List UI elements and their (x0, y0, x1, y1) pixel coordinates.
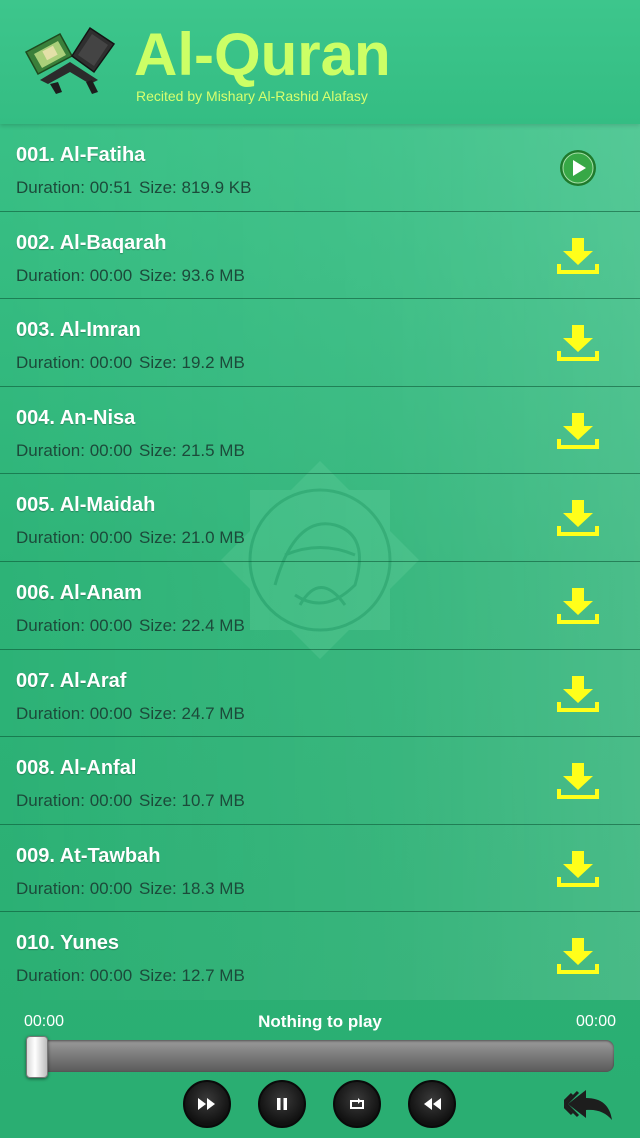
surah-meta: Duration: 00:00 Size: 10.7 MB (16, 791, 245, 811)
download-button[interactable] (556, 409, 600, 453)
surah-duration: Duration: 00:00 (16, 528, 133, 548)
list-item[interactable]: 003. Al-Imran Duration: 00:00 Size: 19.2… (0, 299, 640, 387)
surah-name: 006. Al-Anam (16, 581, 142, 604)
surah-size: Size: 19.2 MB (138, 353, 245, 373)
list-item[interactable]: 006. Al-Anam Duration: 00:00 Size: 22.4 … (0, 561, 640, 650)
surah-meta: Duration: 00:00 Size: 12.7 MB (16, 966, 245, 986)
surah-name: 008. Al-Anfal (16, 757, 137, 780)
surah-meta: Duration: 00:00 Size: 24.7 MB (16, 704, 245, 724)
download-icon (557, 675, 599, 712)
download-icon (557, 587, 599, 624)
play-button[interactable] (556, 146, 600, 190)
download-button[interactable] (556, 496, 600, 540)
seek-bar[interactable] (28, 1040, 614, 1072)
surah-size: Size: 22.4 MB (138, 615, 245, 635)
surah-size: Size: 24.7 MB (138, 703, 245, 723)
download-icon (557, 938, 599, 975)
download-icon (557, 325, 599, 362)
list-item[interactable]: 002. Al-Baqarah Duration: 00:00 Size: 93… (0, 211, 640, 300)
surah-name: 002. Al-Baqarah (16, 231, 167, 254)
repeat-button[interactable] (333, 1080, 381, 1128)
repeat-icon (350, 1098, 364, 1109)
download-icon (557, 850, 599, 887)
list-item[interactable]: 001. Al-Fatiha Duration: 00:51 Size: 819… (0, 124, 640, 212)
surah-meta: Duration: 00:00 Size: 21.5 MB (16, 441, 245, 461)
surah-meta: Duration: 00:00 Size: 22.4 MB (16, 616, 245, 636)
download-button[interactable] (556, 234, 600, 278)
download-button[interactable] (556, 847, 600, 891)
pause-button[interactable] (258, 1080, 306, 1128)
list-item[interactable]: 010. Yunes Duration: 00:00 Size: 12.7 MB (0, 912, 640, 1000)
surah-name: 007. Al-Araf (16, 669, 127, 692)
back-arrow-icon[interactable] (564, 1086, 616, 1122)
surah-duration: Duration: 00:51 (16, 178, 133, 197)
quran-logo-icon (24, 26, 116, 94)
download-button[interactable] (556, 584, 600, 628)
download-icon (557, 237, 599, 274)
list-item[interactable]: 005. Al-Maidah Duration: 00:00 Size: 21.… (0, 474, 640, 562)
surah-meta: Duration: 00:00 Size: 21.0 MB (16, 528, 245, 548)
surah-duration: Duration: 00:00 (16, 353, 133, 373)
surah-size: Size: 18.3 MB (138, 878, 245, 898)
app-title: Al-Quran (134, 21, 391, 88)
now-playing-status: Nothing to play (258, 1012, 382, 1031)
surah-size: Size: 819.9 KB (138, 178, 252, 197)
rewind-icon (424, 1098, 441, 1110)
surah-name: 005. Al-Maidah (16, 494, 156, 517)
fast-forward-button[interactable] (183, 1080, 231, 1128)
surah-list: 001. Al-Fatiha Duration: 00:51 Size: 819… (0, 124, 640, 1000)
download-icon (557, 500, 599, 537)
fast-forward-icon (198, 1098, 215, 1110)
surah-size: Size: 12.7 MB (138, 966, 245, 986)
pause-icon (277, 1098, 287, 1110)
download-icon (557, 763, 599, 800)
surah-size: Size: 10.7 MB (138, 791, 245, 811)
surah-duration: Duration: 00:00 (16, 265, 133, 285)
surah-duration: Duration: 00:00 (16, 615, 133, 635)
app-root: Al-Quran Recited by Mishary Al-Rashid Al… (0, 0, 640, 1138)
app-subtitle: Recited by Mishary Al-Rashid Alafasy (136, 88, 368, 104)
rewind-button[interactable] (408, 1080, 456, 1128)
audio-player: 00:00 Nothing to play 00:00 (0, 1000, 640, 1138)
surah-duration: Duration: 00:00 (16, 791, 133, 811)
surah-duration: Duration: 00:00 (16, 878, 133, 898)
surah-duration: Duration: 00:00 (16, 440, 133, 460)
list-item[interactable]: 009. At-Tawbah Duration: 00:00 Size: 18.… (0, 824, 640, 913)
download-button[interactable] (556, 672, 600, 716)
download-button[interactable] (556, 759, 600, 803)
list-item[interactable]: 007. Al-Araf Duration: 00:00 Size: 24.7 … (0, 649, 640, 738)
surah-meta: Duration: 00:00 Size: 19.2 MB (16, 353, 245, 373)
list-item[interactable]: 008. Al-Anfal Duration: 00:00 Size: 10.7… (0, 737, 640, 825)
seek-thumb[interactable] (26, 1036, 48, 1078)
total-time: 00:00 (575, 1013, 616, 1030)
list-item[interactable]: 004. An-Nisa Duration: 00:00 Size: 21.5 … (0, 386, 640, 475)
download-button[interactable] (556, 321, 600, 365)
surah-name: 010. Yunes (16, 932, 120, 955)
surah-size: Size: 21.0 MB (138, 528, 245, 548)
play-icon (560, 150, 596, 186)
surah-size: Size: 21.5 MB (138, 440, 245, 460)
surah-name: 009. At-Tawbah (16, 844, 161, 867)
surah-size: Size: 93.6 MB (138, 265, 245, 285)
surah-name: 004. An-Nisa (16, 406, 136, 429)
surah-name: 003. Al-Imran (16, 319, 141, 342)
surah-duration: Duration: 00:00 (16, 966, 133, 986)
download-icon (557, 412, 599, 449)
surah-duration: Duration: 00:00 (16, 703, 133, 723)
surah-meta: Duration: 00:00 Size: 93.6 MB (16, 266, 245, 286)
surah-meta: Duration: 00:51 Size: 819.9 KB (16, 178, 251, 198)
header: Al-Quran Recited by Mishary Al-Rashid Al… (0, 0, 640, 124)
download-button[interactable] (556, 934, 600, 978)
surah-name: 001. Al-Fatiha (16, 144, 146, 166)
surah-meta: Duration: 00:00 Size: 18.3 MB (16, 879, 245, 899)
